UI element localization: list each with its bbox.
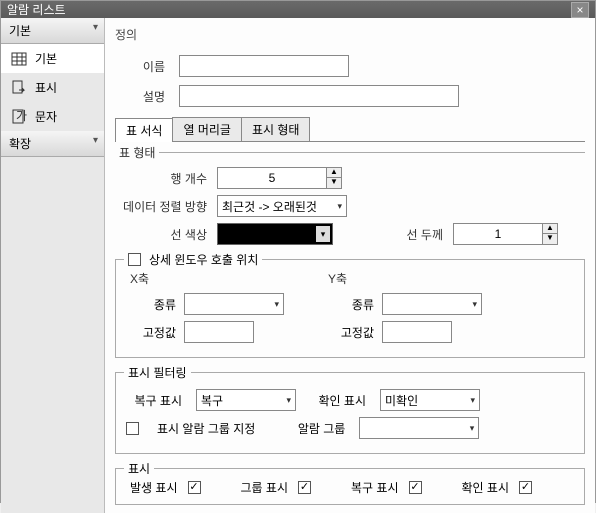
line-width-spinner[interactable]: ▲▼ xyxy=(453,223,558,245)
spinner-buttons[interactable]: ▲▼ xyxy=(543,223,558,245)
definition-group: 정의 이름 설명 xyxy=(115,26,585,107)
occur-checkbox[interactable] xyxy=(188,481,201,494)
table-form-group: 표 형태 행 개수 ▲▼ 데이터 정렬 방향 최근것 -> 오래된것 ▾ xyxy=(115,152,585,245)
recover-disp-checkbox[interactable] xyxy=(409,481,422,494)
main-panel: 정의 이름 설명 표 서식 열 머리글 표시 형태 표 형태 행 개수 xyxy=(105,18,595,513)
display-legend: 표시 xyxy=(128,460,150,477)
sort-label: 데이터 정렬 방향 xyxy=(115,198,207,215)
tab-table-format[interactable]: 표 서식 xyxy=(115,118,173,142)
sidebar-item-basic[interactable]: 기본 xyxy=(1,44,104,73)
name-input[interactable] xyxy=(179,55,349,77)
spin-down-icon[interactable]: ▼ xyxy=(327,178,341,188)
page-arrow-icon xyxy=(11,80,27,96)
accordion-basic[interactable]: 기본 xyxy=(1,18,104,44)
chevron-down-icon: ▾ xyxy=(337,201,342,212)
line-color-combo[interactable]: ▾ xyxy=(217,223,333,245)
ack-display-label: 확인 표시 xyxy=(310,392,366,409)
grid-icon xyxy=(11,51,27,67)
row-count-spinner[interactable]: ▲▼ xyxy=(217,167,342,189)
spin-down-icon[interactable]: ▼ xyxy=(543,234,557,244)
svg-text:가: 가 xyxy=(16,109,27,123)
row-count-input[interactable] xyxy=(217,167,327,189)
detail-window-legend: 상세 윈도우 호출 위치 xyxy=(149,251,258,268)
ack-display-combo[interactable]: 미확인 ▾ xyxy=(380,389,480,411)
definition-legend: 정의 xyxy=(115,26,137,45)
alarm-group-checkbox[interactable] xyxy=(126,422,139,435)
window-title: 알람 리스트 xyxy=(7,1,66,18)
x-axis-label: X축 xyxy=(130,270,284,287)
dialog-body: 기본 기본 표시 가 문자 확장 xyxy=(1,18,595,513)
x-fixed-label: 고정값 xyxy=(126,324,176,341)
sort-value: 최근것 -> 오래된것 xyxy=(222,198,317,215)
ack-disp-label: 확인 표시 xyxy=(462,479,510,496)
y-type-combo[interactable]: ▾ xyxy=(382,293,482,315)
desc-label: 설명 xyxy=(115,88,165,105)
sidebar-item-text[interactable]: 가 문자 xyxy=(1,102,104,131)
chevron-down-icon: ▾ xyxy=(470,395,475,406)
sidebar-item-label: 표시 xyxy=(35,79,57,96)
line-width-label: 선 두께 xyxy=(363,226,443,243)
chevron-down-icon: ▾ xyxy=(472,299,477,310)
group-disp-checkbox[interactable] xyxy=(298,481,311,494)
detail-window-checkbox[interactable] xyxy=(128,253,141,266)
filter-group: 표시 필터링 복구 표시 복구 ▾ 확인 표시 미확인 ▾ 표시 알람 그룹 지 xyxy=(115,372,585,454)
x-type-combo[interactable]: ▾ xyxy=(184,293,284,315)
alarm-group-chk-label: 표시 알람 그룹 지정 xyxy=(157,420,255,437)
y-axis-label: Y축 xyxy=(328,270,482,287)
sort-combo[interactable]: 최근것 -> 오래된것 ▾ xyxy=(217,195,347,217)
tab-column-header[interactable]: 열 머리글 xyxy=(172,117,242,141)
sidebar: 기본 기본 표시 가 문자 확장 xyxy=(1,18,105,513)
chevron-down-icon: ▾ xyxy=(470,423,475,434)
recover-display-label: 복구 표시 xyxy=(126,392,182,409)
recover-disp-label: 복구 표시 xyxy=(351,479,399,496)
line-width-input[interactable] xyxy=(453,223,543,245)
y-fixed-label: 고정값 xyxy=(324,324,374,341)
chevron-down-icon: ▾ xyxy=(274,299,279,310)
chevron-down-icon: ▾ xyxy=(316,226,330,242)
sidebar-item-label: 문자 xyxy=(35,108,57,125)
titlebar: 알람 리스트 × xyxy=(1,1,595,18)
tab-display-form[interactable]: 표시 형태 xyxy=(241,117,311,141)
x-fixed-input[interactable] xyxy=(184,321,254,343)
x-axis-column: X축 종류 ▾ 고정값 xyxy=(126,270,284,349)
chevron-down-icon: ▾ xyxy=(286,395,291,406)
filter-legend: 표시 필터링 xyxy=(128,364,187,381)
sidebar-item-display[interactable]: 표시 xyxy=(1,73,104,102)
alarm-group-combo[interactable]: ▾ xyxy=(359,417,479,439)
row-count-label: 행 개수 xyxy=(115,170,207,187)
accordion-extended[interactable]: 확장 xyxy=(1,131,104,157)
spinner-buttons[interactable]: ▲▼ xyxy=(327,167,342,189)
ack-display-value: 미확인 xyxy=(385,392,418,409)
y-type-label: 종류 xyxy=(324,296,374,313)
alarm-group-label: 알람 그룹 xyxy=(289,420,345,437)
name-label: 이름 xyxy=(115,58,165,75)
line-color-label: 선 색상 xyxy=(115,226,207,243)
occur-label: 발생 표시 xyxy=(130,479,178,496)
dialog-window: 알람 리스트 × 기본 기본 표시 가 문자 xyxy=(0,0,596,503)
display-group: 표시 발생 표시 그룹 표시 복구 표시 확인 표시 xyxy=(115,468,585,505)
sidebar-item-label: 기본 xyxy=(35,50,57,67)
page-text-icon: 가 xyxy=(11,109,27,125)
group-disp-label: 그룹 표시 xyxy=(241,479,289,496)
desc-input[interactable] xyxy=(179,85,459,107)
detail-window-group: 상세 윈도우 호출 위치 X축 종류 ▾ 고정값 xyxy=(115,259,585,358)
y-fixed-input[interactable] xyxy=(382,321,452,343)
tab-bar: 표 서식 열 머리글 표시 형태 xyxy=(115,117,585,142)
table-form-legend: 표 형태 xyxy=(115,144,159,161)
y-axis-column: Y축 종류 ▾ 고정값 xyxy=(324,270,482,349)
close-button[interactable]: × xyxy=(571,2,589,18)
ack-disp-checkbox[interactable] xyxy=(519,481,532,494)
recover-display-combo[interactable]: 복구 ▾ xyxy=(196,389,296,411)
x-type-label: 종류 xyxy=(126,296,176,313)
recover-display-value: 복구 xyxy=(201,392,223,409)
